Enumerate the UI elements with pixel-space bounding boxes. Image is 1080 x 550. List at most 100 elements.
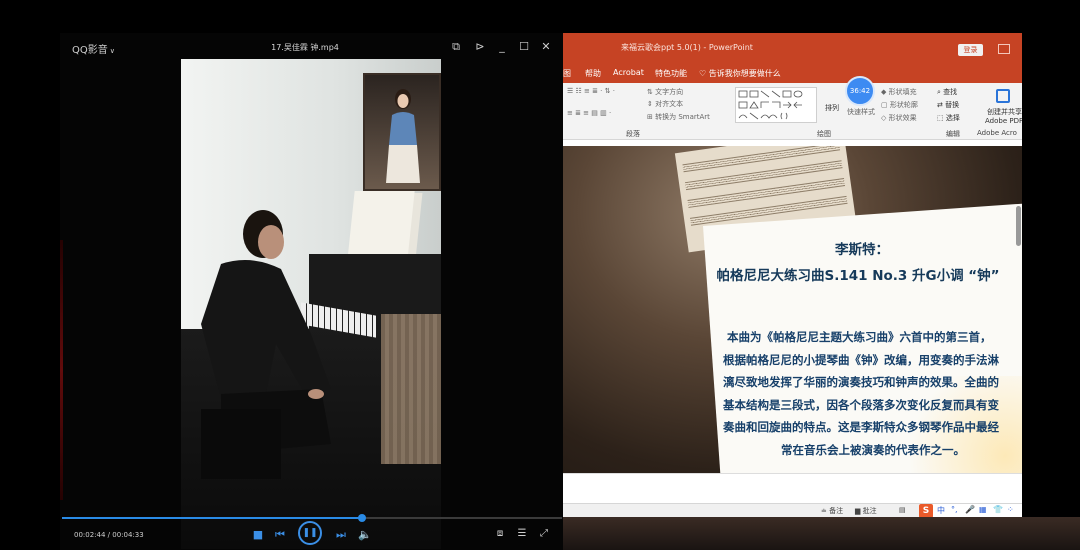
seek-bar-fill — [62, 517, 362, 519]
comments-button[interactable]: ▆ 批注 — [855, 506, 877, 516]
next-button[interactable]: ⏭ — [334, 526, 348, 544]
quick-styles-button[interactable]: 快速样式 — [847, 107, 875, 117]
find-label: 查找 — [943, 88, 958, 96]
tab-acrobat[interactable]: Acrobat — [613, 68, 644, 77]
settings-icon[interactable]: ☰ — [515, 527, 529, 541]
total-time: 00:04:33 — [112, 531, 144, 539]
tab-help[interactable]: 帮助 — [585, 68, 601, 79]
adobe-pdf-icon[interactable] — [996, 89, 1010, 103]
slide-body-line: 基本结构是三段式，因各个段落多次变化反复而具有变 — [723, 397, 999, 412]
seek-bar[interactable] — [62, 514, 562, 522]
previous-button[interactable]: ⏮ — [273, 526, 287, 544]
stop-button[interactable]: ■ — [252, 526, 264, 544]
tab-special-features[interactable]: 特色功能 — [655, 68, 687, 79]
pause-button[interactable]: ❚❚ — [298, 521, 322, 545]
notes-pane[interactable] — [563, 473, 1022, 503]
slide-heading-piece: 帕格尼尼大练习曲S.141 No.3 升G小调 “钟” — [716, 268, 1000, 284]
ime-menu-icon[interactable]: ⁘ — [1007, 505, 1014, 514]
skin-icon[interactable]: 👕 — [993, 505, 1003, 514]
slide-canvas[interactable]: 李斯特： 帕格尼尼大练习曲S.141 No.3 升G小调 “钟” 本曲为《帕格尼… — [563, 146, 1022, 473]
video-sheet-music — [347, 191, 415, 261]
vertical-scrollbar[interactable] — [1016, 206, 1021, 246]
recording-timer-badge[interactable]: 36:42 — [845, 76, 875, 106]
powerpoint-window: 来福云歌会ppt 5.0(1) - PowerPoint 登录 图 帮助 Acr… — [563, 33, 1022, 517]
slide-body-line: 根据帕格尼尼的小提琴曲《钟》改编，用变奏的手法淋 — [723, 352, 999, 367]
slide-body-line: 奏曲和回旋曲的特点。这是李斯特众多钢琴作品中最经 — [723, 420, 999, 434]
list-buttons-icon[interactable]: ☰ ☷ ≡ ≣ · ⇅ · — [567, 87, 615, 95]
shapes-gallery-icon — [738, 90, 803, 120]
video-poster — [363, 73, 441, 191]
replace-button[interactable]: ⇄ 替换 — [937, 100, 959, 110]
normal-view-icon[interactable]: ▤ — [899, 506, 906, 514]
ribbon: ☰ ☷ ≡ ≣ · ⇅ · ≡ ≣ ≡ ▤ ▥ · ⇅ 文字方向 ⇕ 对齐文本 … — [563, 83, 1022, 140]
quick-styles-label: 快速样式 — [847, 108, 875, 116]
keyboard-icon[interactable]: ▦ — [979, 505, 987, 514]
chevron-down-icon: ∨ — [109, 47, 115, 55]
video-pianist — [201, 210, 331, 479]
shape-fill-label: 形状填充 — [888, 88, 917, 96]
editing-group-label: 编辑 — [946, 130, 960, 138]
slide-body-text: 本曲为《帕格尼尼主题大练习曲》六首中的第三首， 根据帕格尼尼的小提琴曲《钟》改编… — [723, 326, 1022, 461]
minimize-icon[interactable]: _ — [494, 39, 510, 55]
current-time: 00:02:44 — [74, 531, 106, 539]
video-drape — [381, 314, 441, 464]
pin-icon[interactable]: ⊳ — [472, 39, 488, 55]
paragraph-group-label: 段落 — [626, 130, 640, 138]
shape-effects-label: 形状效果 — [888, 114, 917, 122]
adobe-pdf-label[interactable]: Adobe PDF — [985, 117, 1022, 125]
volume-icon[interactable]: 🔈 — [358, 526, 372, 544]
ppt-titlebar: 来福云歌会ppt 5.0(1) - PowerPoint 登录 — [563, 33, 1022, 63]
arrange-button[interactable]: 排列 — [825, 103, 839, 113]
maximize-icon[interactable]: ☐ — [516, 39, 532, 55]
video-frame[interactable] — [181, 59, 441, 549]
select-button[interactable]: ⬚ 选择 — [937, 113, 960, 123]
player-titlebar: QQ影音 ∨ 17.吴佳霖 钟.mp4 ⧉ ⊳ _ ☐ ✕ — [60, 33, 563, 61]
create-share-label[interactable]: 创建并共享 — [987, 107, 1022, 117]
notes-button[interactable]: ≐ 备注 — [821, 506, 843, 516]
shape-outline-button[interactable]: ▢ 形状轮廓 — [881, 100, 918, 110]
fullscreen-icon[interactable]: ⤢ — [537, 527, 551, 541]
tab-drawing[interactable]: 图 — [563, 68, 571, 79]
text-direction-label: 文字方向 — [655, 88, 684, 96]
close-icon[interactable]: ✕ — [538, 39, 554, 55]
slide-body-line: 本曲为《帕格尼尼主题大练习曲》六首中的第三首， — [727, 330, 992, 344]
find-button[interactable]: ⌕ 查找 — [937, 87, 957, 97]
ribbon-tabs: 图 帮助 Acrobat 特色功能 ♡ 告诉我你想要做什么 — [563, 63, 1022, 83]
align-buttons-icon[interactable]: ≡ ≣ ≡ ▤ ▥ · — [567, 109, 611, 117]
document-title: 来福云歌会ppt 5.0(1) - PowerPoint — [621, 43, 753, 52]
sogou-logo-icon: S — [919, 504, 933, 517]
app-name: QQ影音 — [72, 45, 108, 56]
app-menu-button[interactable]: QQ影音 ∨ — [72, 41, 115, 56]
slide-body-line: 漓尽致地发挥了华丽的演奏技巧和钟声的效果。全曲的 — [723, 375, 999, 389]
screen: QQ影音 ∨ 17.吴佳霖 钟.mp4 ⧉ ⊳ _ ☐ ✕ 00:02:44 /… — [0, 0, 1080, 550]
comments-label: 批注 — [862, 507, 877, 515]
ime-mode[interactable]: 中 — [937, 505, 945, 516]
status-bar: ≐ 备注 ▆ 批注 ▤ S 中 °, 🎤 ▦ 👕 ⁘ — [563, 503, 1022, 517]
align-text-label: 对齐文本 — [655, 100, 684, 108]
notes-label: 备注 — [829, 507, 844, 515]
pip-icon[interactable]: ⧉ — [448, 39, 464, 55]
left-edge-glow — [60, 240, 63, 500]
time-readout: 00:02:44 / 00:04:33 — [74, 531, 144, 539]
ribbon-display-icon[interactable] — [998, 44, 1010, 54]
shape-effects-button[interactable]: ◇ 形状效果 — [881, 113, 917, 123]
text-direction-button[interactable]: ⇅ 文字方向 — [647, 87, 683, 97]
convert-smartart-button[interactable]: ⊞ 转换为 SmartArt — [647, 112, 710, 122]
punctuation-icon[interactable]: °, — [951, 505, 958, 514]
arrange-label: 排列 — [825, 104, 839, 112]
ime-toolbar[interactable]: S 中 °, 🎤 ▦ 👕 ⁘ — [919, 504, 1022, 517]
screenshot-icon[interactable]: ⧈ — [493, 527, 507, 541]
slide-body-line: 常在音乐会上被演奏的代表作之一。 — [781, 442, 965, 457]
align-text-button[interactable]: ⇕ 对齐文本 — [647, 99, 683, 109]
slide-heading-composer: 李斯特： — [835, 242, 889, 258]
tell-me-search[interactable]: ♡ 告诉我你想要做什么 — [699, 68, 781, 79]
file-title: 17.吴佳霖 钟.mp4 — [271, 43, 339, 52]
login-button[interactable]: 登录 — [958, 44, 983, 56]
seek-bar-handle[interactable] — [358, 514, 366, 522]
select-label: 选择 — [945, 114, 960, 122]
replace-label: 替换 — [945, 101, 960, 109]
convert-smartart-label: 转换为 SmartArt — [655, 113, 710, 121]
microphone-icon[interactable]: 🎤 — [965, 505, 975, 514]
shapes-gallery[interactable] — [735, 87, 817, 123]
shape-fill-button[interactable]: ◆ 形状填充 — [881, 87, 917, 97]
